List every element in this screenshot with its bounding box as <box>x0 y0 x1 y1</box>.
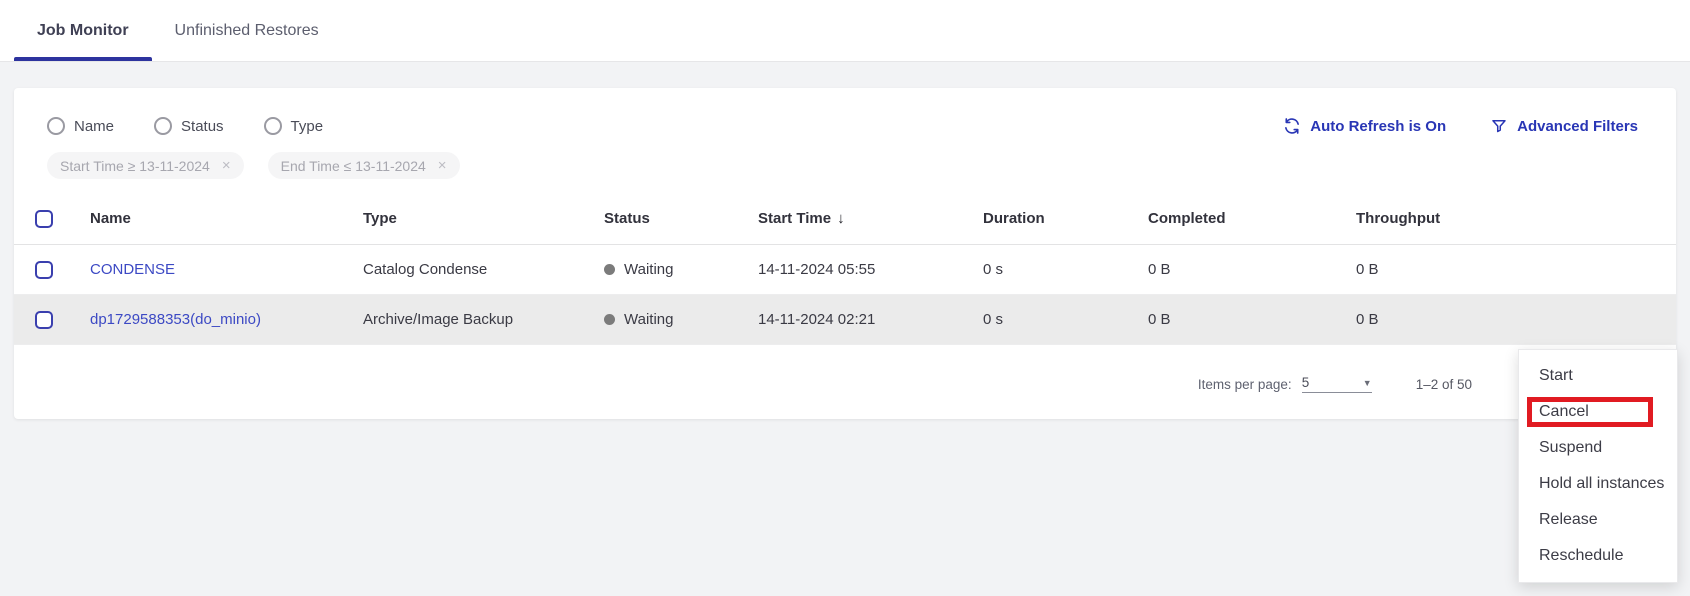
column-header-label: Type <box>363 210 397 227</box>
column-header-label: Duration <box>983 210 1045 227</box>
tab-unfinished-restores[interactable]: Unfinished Restores <box>152 0 342 61</box>
throughput-cell: 0 B <box>1356 311 1676 328</box>
job-actions-context-menu: Start Cancel Suspend Hold all instances Rele… <box>1518 349 1678 583</box>
tab-job-monitor[interactable]: Job Monitor <box>14 0 152 61</box>
job-status-cell: Waiting <box>604 311 758 328</box>
column-header-throughput[interactable]: Throughput <box>1356 210 1676 227</box>
filter-row: Name Status Type Auto Refresh is On <box>14 88 1676 140</box>
column-header-label: Start Time <box>758 210 831 227</box>
job-name-cell: CONDENSE <box>90 261 363 278</box>
column-header-start-time[interactable]: Start Time ↓ <box>758 210 983 227</box>
status-label: Waiting <box>624 311 673 328</box>
job-type-cell: Archive/Image Backup <box>363 311 604 328</box>
column-header-type[interactable]: Type <box>363 210 604 227</box>
column-header-completed[interactable]: Completed <box>1148 210 1356 227</box>
items-per-page-label: Items per page: <box>1198 377 1292 392</box>
row-checkbox-cell <box>34 311 90 329</box>
start-time-cell: 14-11-2024 05:55 <box>758 261 983 278</box>
table-row: dp1729588353(do_minio) Archive/Image Back… <box>14 295 1676 345</box>
menu-item-reschedule[interactable]: Reschedule <box>1519 538 1677 574</box>
filter-chip-label: End Time ≤ 13-11-2024 <box>281 158 426 174</box>
chip-close-icon[interactable]: × <box>222 158 231 173</box>
radio-option-type[interactable]: Type <box>264 117 324 135</box>
column-header-label: Status <box>604 210 650 227</box>
menu-item-label: Reschedule <box>1539 547 1624 565</box>
tab-bar: Job Monitor Unfinished Restores <box>0 0 1690 62</box>
filter-chip-start-time: Start Time ≥ 13-11-2024 × <box>47 152 244 179</box>
dropdown-arrow-icon: ▼ <box>1363 378 1372 388</box>
funnel-icon <box>1490 117 1508 135</box>
auto-refresh-button[interactable]: Auto Refresh is On <box>1283 117 1446 135</box>
column-header-status[interactable]: Status <box>604 210 758 227</box>
tab-label: Unfinished Restores <box>175 22 319 40</box>
menu-item-start[interactable]: Start <box>1519 358 1677 394</box>
tabs-container: Job Monitor Unfinished Restores <box>14 0 342 61</box>
menu-item-label: Suspend <box>1539 439 1602 457</box>
status-dot-icon <box>604 264 615 275</box>
paginator: Items per page: 5 ▼ 1–2 of 50 <box>14 345 1676 393</box>
job-name-link[interactable]: CONDENSE <box>90 261 175 278</box>
completed-cell: 0 B <box>1148 311 1356 328</box>
filter-chips: Start Time ≥ 13-11-2024×End Time ≤ 13-11… <box>14 140 1676 179</box>
tab-label: Job Monitor <box>37 22 129 40</box>
column-header-label: Throughput <box>1356 210 1440 227</box>
advanced-filters-button[interactable]: Advanced Filters <box>1490 117 1638 135</box>
job-type-cell: Catalog Condense <box>363 261 604 278</box>
radio-circle-icon[interactable] <box>264 117 282 135</box>
job-monitor-card: Name Status Type Auto Refresh is On <box>14 88 1676 419</box>
chip-close-icon[interactable]: × <box>438 158 447 173</box>
job-name-link[interactable]: dp1729588353(do_minio) <box>90 311 261 328</box>
column-header-label: Name <box>90 210 131 227</box>
radio-option-name[interactable]: Name <box>47 117 114 135</box>
table-header-row: Name Type Status Start Time ↓ Duration Complet… <box>14 193 1676 245</box>
radio-option-status[interactable]: Status <box>154 117 224 135</box>
column-header-name[interactable]: Name <box>90 210 363 227</box>
menu-item-label: Cancel <box>1539 403 1589 421</box>
status-dot-icon <box>604 314 615 325</box>
duration-cell: 0 s <box>983 311 1148 328</box>
menu-item-cancel[interactable]: Cancel <box>1519 394 1677 430</box>
refresh-icon <box>1283 117 1301 135</box>
table-body: CONDENSE Catalog Condense Waiting 14-11-202… <box>14 245 1676 345</box>
radio-circle-icon[interactable] <box>154 117 172 135</box>
radio-label: Status <box>181 118 224 135</box>
items-per-page-value: 5 <box>1302 375 1310 390</box>
row-checkbox[interactable] <box>35 261 53 279</box>
job-name-cell: dp1729588353(do_minio) <box>90 311 363 328</box>
menu-item-label: Hold all instances <box>1539 475 1664 493</box>
jobs-table: Name Type Status Start Time ↓ Duration Complet… <box>14 193 1676 345</box>
radio-circle-icon[interactable] <box>47 117 65 135</box>
completed-cell: 0 B <box>1148 261 1356 278</box>
toolbar-actions: Auto Refresh is On Advanced Filters <box>1283 117 1638 135</box>
select-all-checkbox[interactable] <box>35 210 53 228</box>
filter-chip-label: Start Time ≥ 13-11-2024 <box>60 158 210 174</box>
page-range-label: 1–2 of 50 <box>1416 377 1472 392</box>
status-label: Waiting <box>624 261 673 278</box>
auto-refresh-label: Auto Refresh is On <box>1310 118 1446 135</box>
header-checkbox-cell <box>34 210 90 228</box>
menu-item-label: Release <box>1539 511 1598 529</box>
advanced-filters-label: Advanced Filters <box>1517 118 1638 135</box>
menu-item-suspend[interactable]: Suspend <box>1519 430 1677 466</box>
radio-label: Type <box>291 118 324 135</box>
items-per-page-select[interactable]: 5 ▼ <box>1302 375 1372 393</box>
menu-item-release[interactable]: Release <box>1519 502 1677 538</box>
column-header-label: Completed <box>1148 210 1226 227</box>
sort-desc-icon[interactable]: ↓ <box>837 210 845 227</box>
start-time-cell: 14-11-2024 02:21 <box>758 311 983 328</box>
row-checkbox-cell <box>34 261 90 279</box>
job-status-cell: Waiting <box>604 261 758 278</box>
table-row: CONDENSE Catalog Condense Waiting 14-11-202… <box>14 245 1676 295</box>
radio-label: Name <box>74 118 114 135</box>
search-field-radios: Name Status Type <box>47 117 323 135</box>
row-checkbox[interactable] <box>35 311 53 329</box>
job-monitor-page: { "tabs": [ {"label": "Job Monitor", "ac… <box>0 0 1690 596</box>
filter-chip-end-time: End Time ≤ 13-11-2024 × <box>268 152 460 179</box>
duration-cell: 0 s <box>983 261 1148 278</box>
menu-item-label: Start <box>1539 367 1573 385</box>
column-header-duration[interactable]: Duration <box>983 210 1148 227</box>
throughput-cell: 0 B <box>1356 261 1676 278</box>
menu-item-hold-all-instances[interactable]: Hold all instances <box>1519 466 1677 502</box>
